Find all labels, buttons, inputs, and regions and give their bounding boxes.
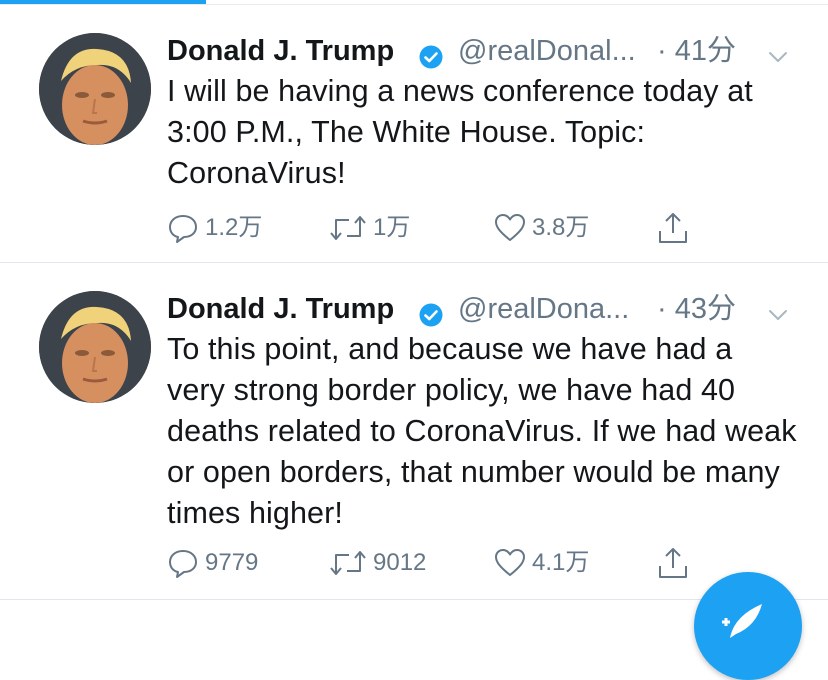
tweet[interactable]: Donald J. Trump @realDona... · 43分 To th… [0, 263, 828, 600]
reply-button[interactable]: 9779 [167, 543, 258, 583]
retweet-count: 1万 [373, 214, 411, 241]
tweet-header: Donald J. Trump @realDona... · 43分 [167, 289, 807, 329]
like-count: 4.1万 [532, 549, 590, 576]
verified-badge-icon [419, 298, 443, 327]
share-icon [659, 548, 687, 578]
retweet-count: 9012 [373, 549, 427, 576]
compose-tweet-button[interactable] [694, 572, 802, 680]
like-button[interactable]: 3.8万 [494, 208, 589, 248]
share-icon [659, 213, 687, 243]
reply-count: 9779 [205, 549, 259, 576]
like-count: 3.8万 [532, 214, 590, 241]
verified-badge-icon [419, 40, 443, 69]
share-button[interactable] [657, 543, 689, 583]
retweet-icon [330, 551, 366, 575]
tweet-header: Donald J. Trump @realDonal... · 41分 [167, 31, 807, 71]
tweet-actions: 1.2万 1万 3.8万 [167, 208, 727, 248]
avatar[interactable] [39, 33, 151, 145]
like-button[interactable]: 4.1万 [494, 543, 589, 583]
reply-icon [169, 550, 197, 578]
chevron-down-icon[interactable] [767, 297, 789, 320]
timestamp: · 41分 [657, 35, 736, 67]
chevron-down-icon[interactable] [767, 39, 789, 62]
retweet-icon [330, 216, 366, 240]
compose-tweet-icon [722, 604, 762, 638]
tweet-text: I will be having a news conference today… [167, 74, 753, 190]
tweet[interactable]: Donald J. Trump @realDonal... · 41分 I wi… [0, 5, 828, 263]
retweet-button[interactable]: 9012 [329, 543, 426, 583]
share-button[interactable] [657, 208, 689, 248]
retweet-button[interactable]: 1万 [329, 208, 410, 248]
avatar[interactable] [39, 291, 151, 403]
reply-icon [169, 215, 197, 243]
tweet-text: To this point, and because we have had a… [167, 332, 797, 530]
reply-count: 1.2万 [205, 214, 263, 241]
reply-button[interactable]: 1.2万 [167, 208, 262, 248]
handle[interactable]: @realDonal... [458, 31, 636, 71]
timestamp: · 43分 [657, 293, 736, 325]
handle[interactable]: @realDona... [458, 289, 629, 329]
tweet-actions: 9779 9012 4.1万 [167, 543, 727, 583]
display-name[interactable]: Donald J. Trump [167, 289, 394, 329]
heart-icon [495, 214, 525, 241]
display-name[interactable]: Donald J. Trump [167, 31, 394, 71]
heart-icon [495, 549, 525, 576]
